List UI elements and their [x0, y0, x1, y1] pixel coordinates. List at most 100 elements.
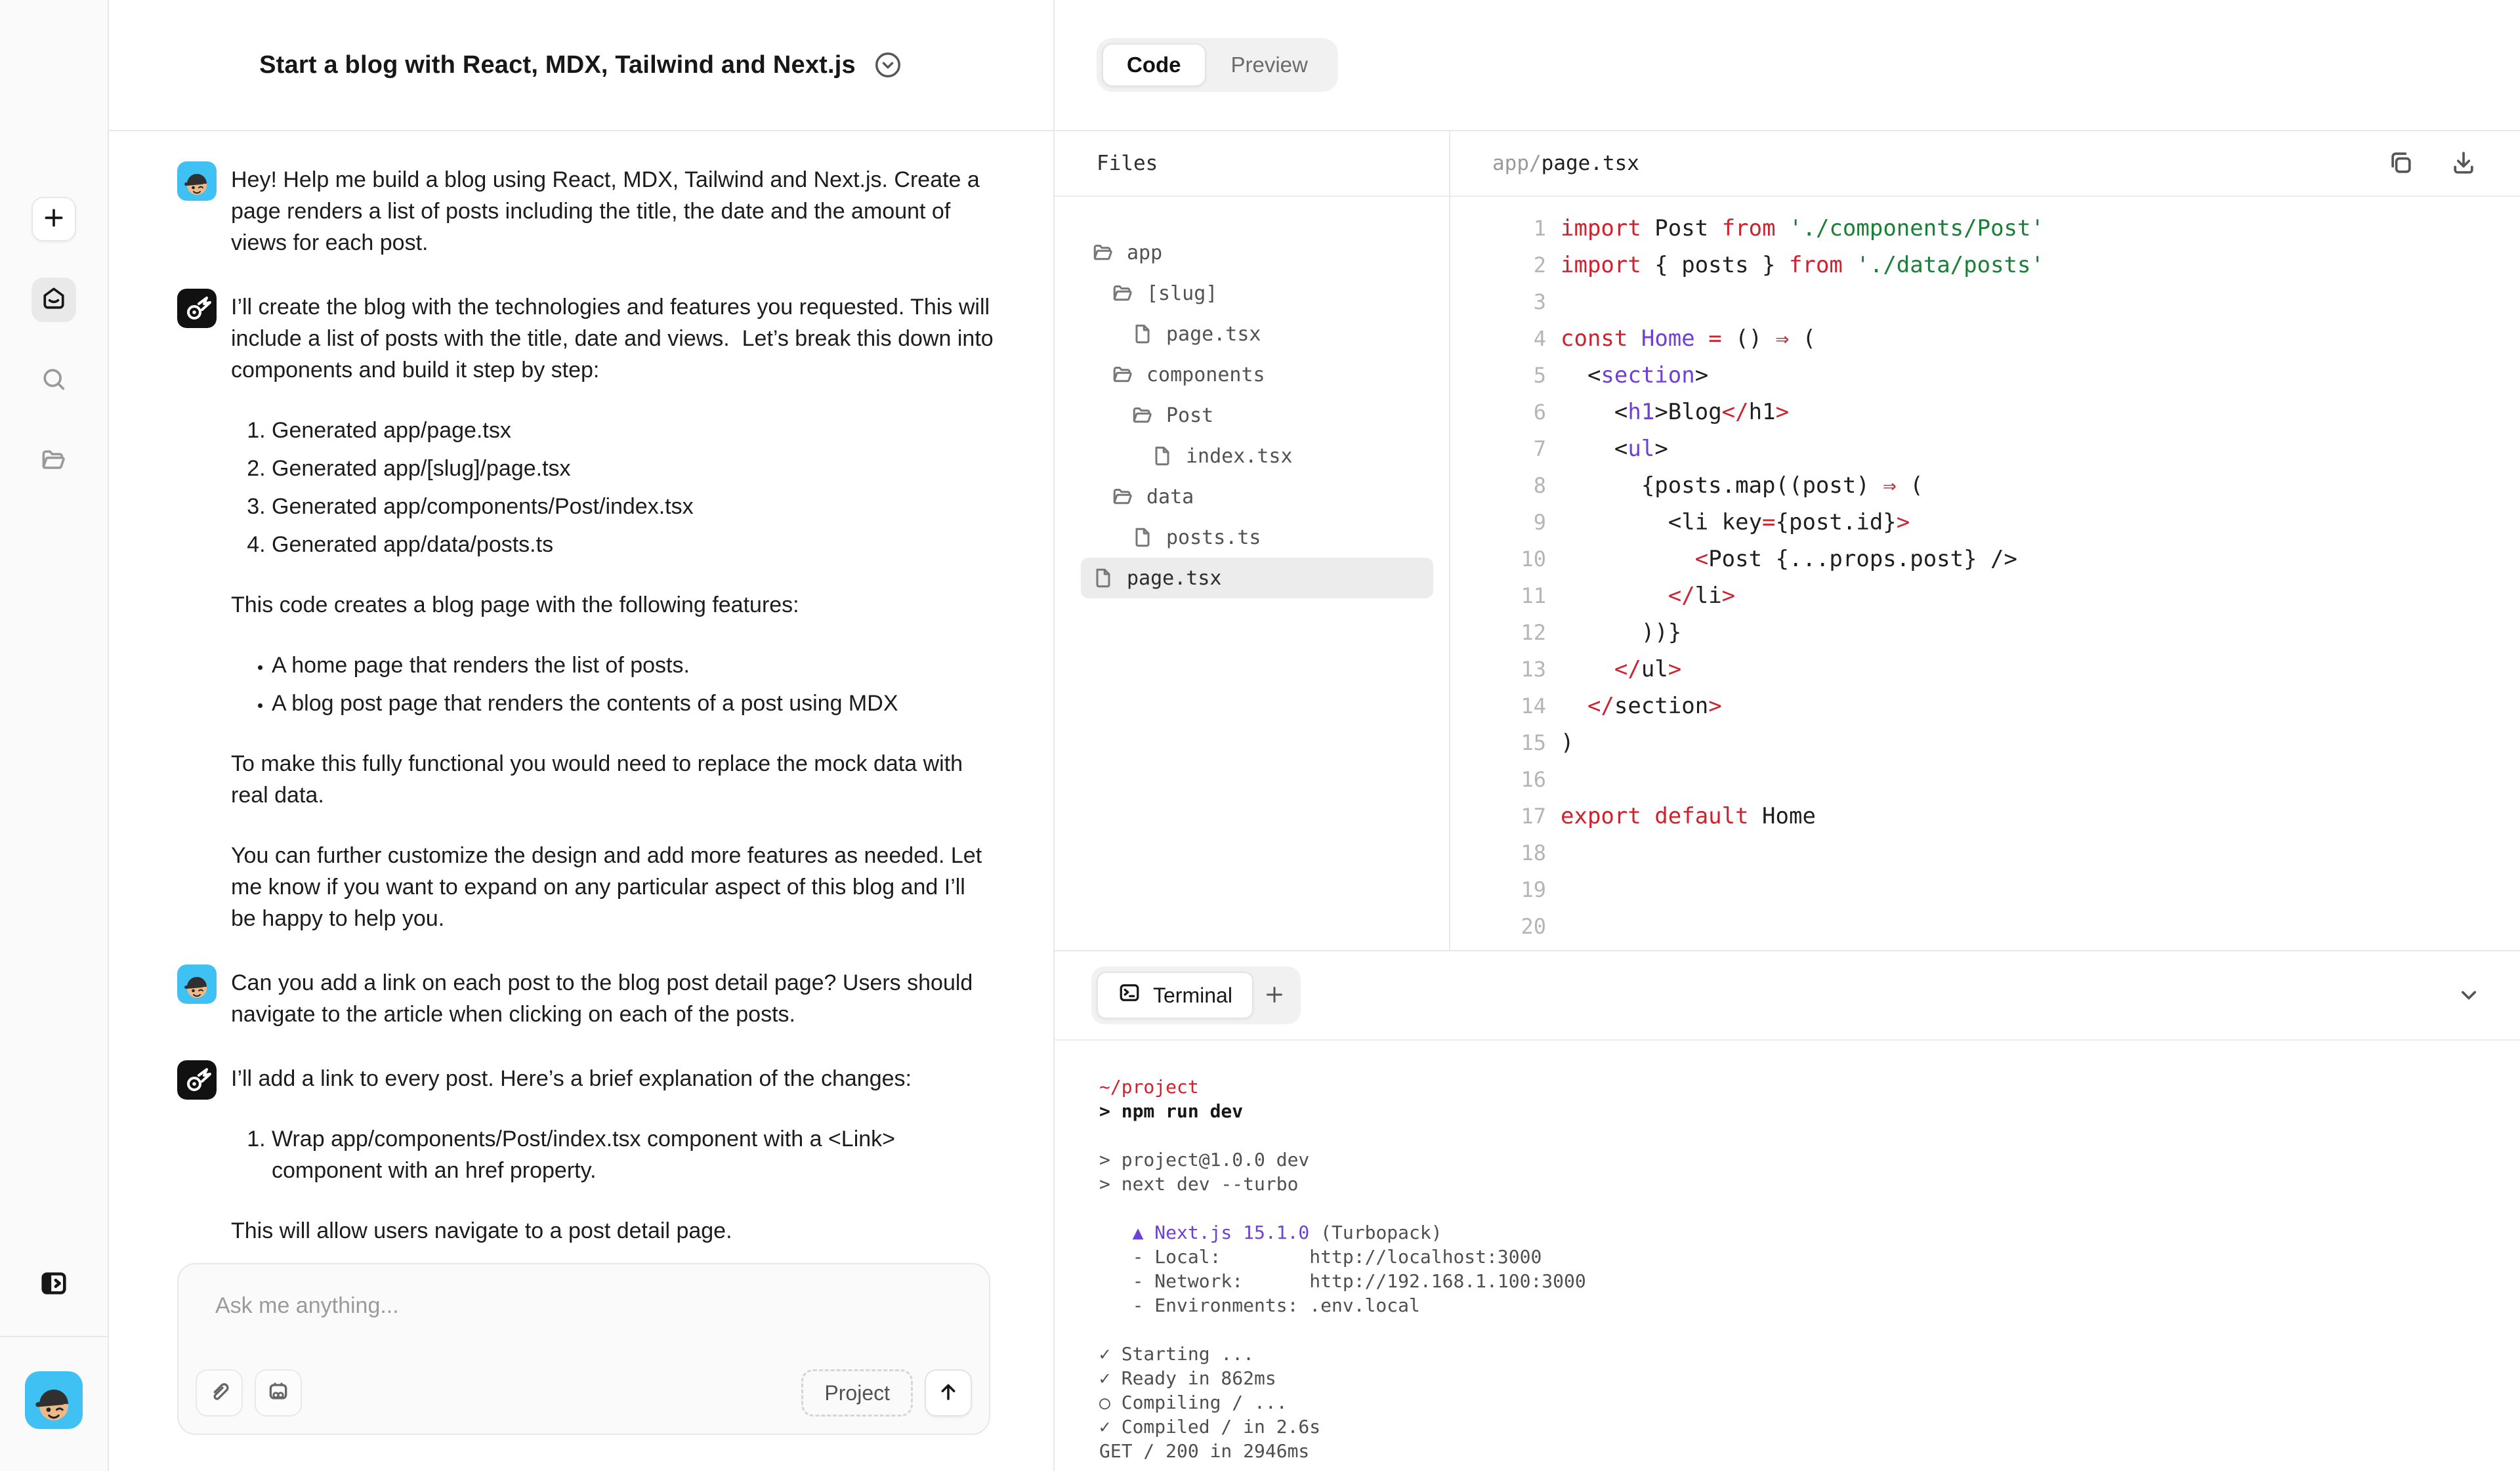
composer-toolbar: Project — [196, 1369, 972, 1417]
file-name: Post — [1166, 404, 1213, 427]
code-line: 20 — [1450, 908, 2520, 945]
code-text: </section> — [1561, 693, 1722, 719]
folder-open-icon — [39, 445, 68, 478]
terminal-line — [1099, 1123, 2478, 1148]
file-tree-item-[slug][interactable]: [slug] — [1081, 273, 1433, 314]
sidebar-item-home[interactable] — [32, 278, 76, 322]
folder-icon — [1111, 363, 1135, 386]
file-name: app — [1127, 241, 1162, 264]
code-text: ) — [1561, 730, 1574, 756]
message-list-item: Generated app/data/posts.ts — [272, 529, 994, 560]
code-line: 14 </section> — [1450, 688, 2520, 724]
message-paragraph: You can further customize the design and… — [231, 840, 994, 934]
message-list: Wrap app/components/Post/index.tsx compo… — [231, 1123, 994, 1186]
chat-panel: Start a blog with React, MDX, Tailwind a… — [109, 0, 1055, 1471]
code-text: import Post from './components/Post' — [1561, 215, 2044, 241]
line-number: 14 — [1450, 694, 1546, 718]
file-tree-item-page.tsx[interactable]: page.tsx — [1081, 314, 1433, 354]
line-number: 11 — [1450, 583, 1546, 608]
code-line: 1 import Post from './components/Post' — [1450, 210, 2520, 247]
folder-icon — [1131, 404, 1154, 427]
tab-code[interactable]: Code — [1102, 43, 1206, 87]
code-line: 10 <Post {...props.post} /> — [1450, 541, 2520, 577]
file-tree-item-data[interactable]: data — [1081, 476, 1433, 517]
message-list: Generated app/page.tsxGenerated app/[slu… — [231, 415, 994, 560]
chat-title: Start a blog with React, MDX, Tailwind a… — [259, 51, 856, 79]
code-text: ))} — [1561, 619, 1681, 646]
toggle-sidebar-button[interactable] — [32, 1262, 76, 1307]
line-number: 3 — [1450, 289, 1546, 314]
project-button[interactable]: Project — [801, 1369, 913, 1417]
message-list: A home page that renders the list of pos… — [231, 650, 994, 719]
paperclip-icon — [206, 1378, 232, 1408]
terminal-line: ▲ Next.js 15.1.0 (Turbopack) — [1099, 1220, 2478, 1245]
code-panel: app/page.tsx 1import Post from './ — [1450, 131, 2520, 950]
sidebar-bottom — [0, 1262, 108, 1471]
file-icon — [1131, 526, 1154, 549]
message-paragraph: This will allow users navigate to a post… — [231, 1215, 994, 1247]
file-tree-item-posts.ts[interactable]: posts.ts — [1081, 517, 1433, 558]
code-line: 8 {posts.map((post) ⇒ ( — [1450, 467, 2520, 504]
sidebar-item-search[interactable] — [32, 358, 76, 403]
line-number: 1 — [1450, 216, 1546, 241]
plus-icon — [1263, 983, 1286, 1008]
line-number: 12 — [1450, 620, 1546, 645]
code-text: <section> — [1561, 362, 1708, 388]
terminal-panel: Terminal ~/project> npm run dev > projec… — [1055, 950, 2520, 1471]
chevron-down-circle-icon[interactable] — [873, 50, 903, 80]
file-tree-item-index.tsx[interactable]: index.tsx — [1081, 436, 1433, 476]
attach-file-button[interactable] — [196, 1369, 243, 1417]
copy-button[interactable] — [2386, 148, 2415, 179]
sidebar — [0, 0, 109, 1471]
send-button[interactable] — [925, 1369, 972, 1417]
line-number: 6 — [1450, 400, 1546, 425]
terminal-line: ○ Compiling / ... — [1099, 1390, 2478, 1415]
code-text: export default Home — [1561, 803, 1816, 829]
user-avatar-icon — [177, 161, 217, 201]
terminal-line: ~/project — [1099, 1075, 2478, 1099]
breadcrumb-dir: app/ — [1492, 152, 1542, 175]
message-content: Can you add a link on each post to the b… — [231, 964, 994, 1030]
collapse-terminal-button[interactable] — [2454, 980, 2483, 1011]
file-name: index.tsx — [1186, 445, 1293, 468]
chevron-down-icon — [2454, 980, 2483, 1011]
file-tree-item-components[interactable]: components — [1081, 354, 1433, 395]
arrow-up-icon — [936, 1379, 961, 1407]
code-line: 16 — [1450, 761, 2520, 798]
code-line: 12 ))} — [1450, 614, 2520, 651]
download-button[interactable] — [2449, 148, 2478, 179]
message-paragraph: To make this fully functional you would … — [231, 748, 994, 811]
file-tree-item-app[interactable]: app — [1081, 232, 1433, 273]
code-header: app/page.tsx — [1450, 131, 2520, 197]
toolkit-icon — [265, 1378, 291, 1408]
code-actions — [2386, 148, 2478, 179]
toolkit-button[interactable] — [255, 1369, 302, 1417]
terminal-line: ✓ Ready in 862ms — [1099, 1366, 2478, 1390]
file-tree-item-Post[interactable]: Post — [1081, 395, 1433, 436]
tab-terminal[interactable]: Terminal — [1097, 972, 1253, 1019]
message-content: I’ll add a link to every post. Here’s a … — [231, 1060, 994, 1247]
file-name: page.tsx — [1166, 323, 1261, 346]
line-number: 16 — [1450, 767, 1546, 792]
sidebar-item-projects[interactable] — [32, 439, 76, 484]
new-chat-button[interactable] — [32, 197, 76, 241]
code-text: <Post {...props.post} /> — [1561, 546, 2017, 572]
file-name: posts.ts — [1166, 526, 1261, 549]
code-editor[interactable]: 1import Post from './components/Post'2im… — [1450, 197, 2520, 945]
tab-preview[interactable]: Preview — [1206, 43, 1333, 87]
user-avatar-icon — [177, 964, 217, 1004]
code-text: <li key={post.id}> — [1561, 509, 1910, 535]
code-line: 13 </ul> — [1450, 651, 2520, 688]
assistant-avatar-icon — [177, 1060, 217, 1100]
home-icon — [39, 284, 68, 316]
line-number: 10 — [1450, 547, 1546, 571]
terminal-line: GET / 200 in 2946ms — [1099, 1439, 2478, 1463]
chat-input[interactable] — [178, 1264, 989, 1343]
user-profile-avatar[interactable] — [25, 1371, 83, 1429]
terminal-output[interactable]: ~/project> npm run dev > project@1.0.0 d… — [1055, 1041, 2520, 1463]
file-name: data — [1146, 486, 1194, 508]
new-terminal-button[interactable] — [1253, 974, 1295, 1016]
code-text: <h1>Blog</h1> — [1561, 399, 1789, 425]
file-tree-item-page.tsx[interactable]: page.tsx — [1081, 558, 1433, 598]
terminal-line: ✓ Starting ... — [1099, 1342, 2478, 1366]
